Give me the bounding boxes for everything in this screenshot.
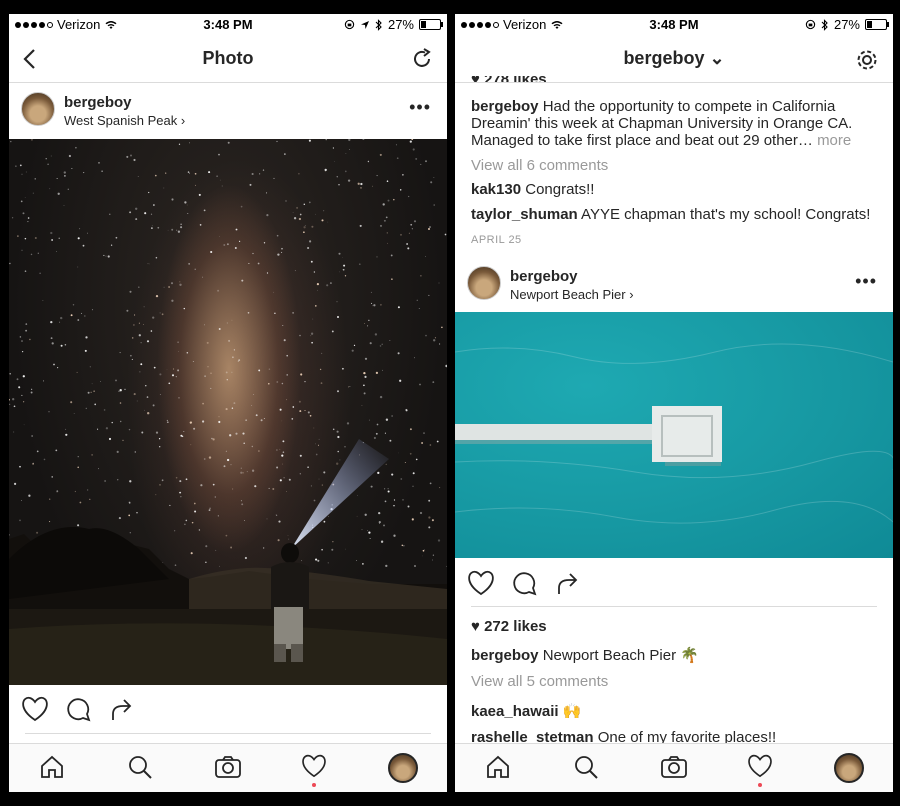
more-options-icon[interactable]: ••• [409,98,431,116]
comment: taylor_shuman AYYE chapman that's my sch… [471,206,877,223]
camera-icon[interactable] [214,754,242,780]
battery-percent: 27% [833,17,860,32]
comment: kak130 Congrats!! [471,181,877,198]
battery-icon [419,19,443,30]
home-icon[interactable] [39,754,65,780]
silhouette-scene [9,439,447,685]
nav-divider [455,82,893,83]
comment-username[interactable]: kak130 [471,181,521,198]
notification-dot [312,783,316,787]
likes-count[interactable]: ♥ 272 likes [471,618,877,635]
more-link[interactable]: more [817,132,851,149]
more-options-icon[interactable]: ••• [855,272,877,290]
post-location[interactable]: West Spanish Peak › [64,113,185,128]
post-caption: bergeboy Newport Beach Pier 🌴 [471,647,877,664]
notification-dot [758,783,762,787]
status-bar: Verizon 3:48 PM 27% [455,14,893,36]
comment-text: 🙌 [562,703,582,720]
pier-aerial-photo [455,343,893,524]
tab-bar [9,743,447,792]
share-icon[interactable] [555,570,581,596]
search-icon[interactable] [573,754,599,780]
likes-text: 272 likes [484,618,547,635]
comment: kaea_hawaii 🙌 [471,703,877,720]
heart-icon[interactable] [747,754,773,778]
status-bar: Verizon 3:48 PM 27% [9,14,447,36]
like-heart-icon[interactable] [21,696,49,722]
post-photo[interactable] [9,139,447,685]
post-username[interactable]: bergeboy [64,94,132,111]
battery-percent: 27% [387,17,414,32]
bluetooth-icon [821,18,828,31]
left-screen: Verizon 3:48 PM 27% Photo bergeboy West … [9,14,447,792]
caption-username[interactable]: bergeboy [471,647,539,664]
heart-icon[interactable] [301,754,327,778]
search-icon[interactable] [127,754,153,780]
nav-bar: Photo [9,36,447,83]
profile-username-dropdown[interactable]: bergeboy ⌄ [455,48,893,69]
divider [471,606,877,607]
battery-icon [865,19,889,30]
likes-heart-icon: ♥ [471,618,480,635]
post-header: bergeboy Newport Beach Pier › ••• [455,258,893,310]
avatar[interactable] [21,92,55,126]
avatar[interactable] [467,266,501,300]
caption-username[interactable]: bergeboy [471,98,539,115]
view-all-comments[interactable]: View all 6 comments [471,157,877,174]
location-icon [360,20,369,29]
right-screen: Verizon 3:48 PM 27% bergeboy ⌄ ♥ 278 lik… [455,14,893,792]
camera-icon[interactable] [660,754,688,780]
bluetooth-icon [375,18,382,31]
post-username[interactable]: bergeboy [510,268,578,285]
divider [25,733,431,734]
view-all-comments[interactable]: View all 5 comments [471,673,877,690]
post-location[interactable]: Newport Beach Pier › [510,287,634,302]
caption-text: Newport Beach Pier 🌴 [542,647,699,664]
comment-icon[interactable] [65,696,91,722]
refresh-icon[interactable] [411,48,433,70]
share-icon[interactable] [109,696,135,722]
comment-text: AYYE chapman that's my school! Congrats! [581,206,871,223]
tab-bar [455,743,893,792]
post-date: APRIL 25 [471,234,522,246]
settings-gear-icon[interactable] [855,48,879,72]
comment-username[interactable]: taylor_shuman [471,206,578,223]
like-heart-icon[interactable] [467,570,495,596]
comment-icon[interactable] [511,570,537,596]
home-icon[interactable] [485,754,511,780]
rotation-lock-icon [344,19,355,30]
profile-avatar[interactable] [388,753,418,783]
rotation-lock-icon [805,19,816,30]
post-actions [455,560,893,608]
post-header: bergeboy West Spanish Peak › ••• [9,84,447,136]
comment-text: Congrats!! [525,181,595,198]
post-actions [9,686,447,734]
comment-username[interactable]: kaea_hawaii [471,703,559,720]
profile-avatar[interactable] [834,753,864,783]
prev-caption: bergeboy Had the opportunity to compete … [471,98,877,149]
page-title: Photo [202,48,254,68]
post-photo[interactable] [455,312,893,558]
